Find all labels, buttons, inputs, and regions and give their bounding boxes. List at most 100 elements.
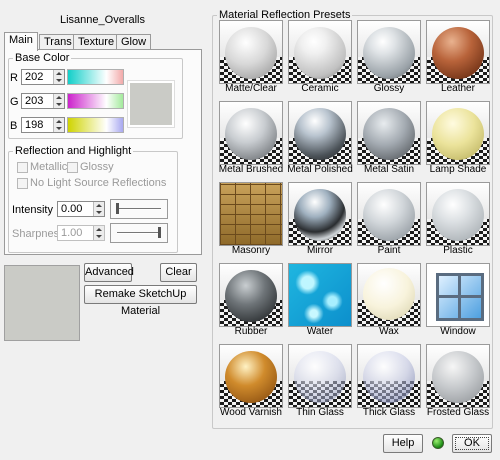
preset-label: Metal Polished bbox=[287, 164, 353, 175]
glossy-label: Glossy bbox=[80, 161, 114, 173]
advanced-button[interactable]: Advanced bbox=[84, 263, 134, 282]
remake-sketchup-material-button[interactable]: Remake SketchUp Material bbox=[84, 285, 197, 317]
preset-metal-satin-thumbnail[interactable] bbox=[357, 101, 421, 165]
preset-masonry-thumbnail[interactable] bbox=[219, 182, 283, 246]
preset-wood-varnish-thumbnail[interactable] bbox=[219, 344, 283, 408]
preset-matte-clear-thumbnail[interactable] bbox=[219, 20, 283, 84]
intensity-spin-arrows[interactable] bbox=[93, 202, 104, 216]
preset-water-thumbnail[interactable] bbox=[288, 263, 352, 327]
preset-label: Frosted Glass bbox=[426, 407, 490, 418]
preset-label: Glossy bbox=[373, 83, 405, 94]
preset-leather[interactable]: Leather bbox=[426, 20, 490, 96]
sharpness-spin-arrows[interactable] bbox=[93, 226, 104, 240]
g-label: G bbox=[10, 96, 19, 108]
preset-label: Wax bbox=[379, 326, 399, 337]
tab-glow[interactable]: Glow bbox=[116, 34, 152, 50]
preset-wax-thumbnail[interactable] bbox=[357, 263, 421, 327]
material-name: Lisanne_Overalls bbox=[60, 14, 145, 26]
no-light-reflections-label: No Light Source Reflections bbox=[30, 177, 167, 189]
preset-label: Thick Glass bbox=[362, 407, 416, 418]
preset-metal-polished-thumbnail[interactable] bbox=[288, 101, 352, 165]
sharpness-slider-thumb[interactable] bbox=[158, 227, 161, 238]
preset-paint[interactable]: Paint bbox=[357, 182, 421, 258]
preset-label: Rubber bbox=[234, 326, 268, 337]
tab-texture[interactable]: Texture bbox=[73, 34, 120, 50]
preset-thin-glass-thumbnail[interactable] bbox=[288, 344, 352, 408]
preset-label: Matte/Clear bbox=[225, 83, 277, 94]
preset-frosted-glass[interactable]: Frosted Glass bbox=[426, 344, 490, 420]
preset-metal-brushed[interactable]: Metal Brushed bbox=[219, 101, 283, 177]
preset-label: Metal Brushed bbox=[218, 164, 284, 175]
blue-value-spinner[interactable]: 198 bbox=[21, 117, 65, 133]
preset-plastic[interactable]: Plastic bbox=[426, 182, 490, 258]
preset-frosted-glass-thumbnail[interactable] bbox=[426, 344, 490, 408]
preset-label: Water bbox=[306, 326, 334, 337]
green-value-spinner[interactable]: 203 bbox=[21, 93, 65, 109]
red-spin-arrows[interactable] bbox=[53, 70, 64, 84]
preset-glossy[interactable]: Glossy bbox=[357, 20, 421, 96]
preset-glossy-thumbnail[interactable] bbox=[357, 20, 421, 84]
preset-label: Lamp Shade bbox=[429, 164, 487, 175]
preset-ceramic[interactable]: Ceramic bbox=[288, 20, 352, 96]
preset-leather-thumbnail[interactable] bbox=[426, 20, 490, 84]
preset-window[interactable]: Window bbox=[426, 263, 490, 339]
green-spin-arrows[interactable] bbox=[53, 94, 64, 108]
blue-spin-arrows[interactable] bbox=[53, 118, 64, 132]
preset-lamp-shade[interactable]: Lamp Shade bbox=[426, 101, 490, 177]
preset-label: Window bbox=[440, 326, 476, 337]
base-color-swatch[interactable] bbox=[127, 80, 175, 128]
preset-paint-thumbnail[interactable] bbox=[357, 182, 421, 246]
preset-metal-satin[interactable]: Metal Satin bbox=[357, 101, 421, 177]
green-gradient-slider[interactable] bbox=[67, 93, 124, 109]
intensity-spinner[interactable]: 0.00 bbox=[57, 201, 105, 217]
preset-plastic-thumbnail[interactable] bbox=[426, 182, 490, 246]
preset-mirror[interactable]: Mirror bbox=[288, 182, 352, 258]
preset-label: Thin Glass bbox=[296, 407, 344, 418]
preset-wax[interactable]: Wax bbox=[357, 263, 421, 339]
preset-rubber-thumbnail[interactable] bbox=[219, 263, 283, 327]
green-value: 203 bbox=[25, 95, 44, 107]
preset-wood-varnish[interactable]: Wood Varnish bbox=[219, 344, 283, 420]
preset-label: Mirror bbox=[306, 245, 334, 256]
preset-mirror-thumbnail[interactable] bbox=[288, 182, 352, 246]
intensity-slider-thumb[interactable] bbox=[116, 203, 119, 214]
preset-masonry[interactable]: Masonry bbox=[219, 182, 283, 258]
preset-thick-glass[interactable]: Thick Glass bbox=[357, 344, 421, 420]
blue-value: 198 bbox=[25, 119, 44, 131]
intensity-value: 0.00 bbox=[61, 203, 83, 215]
preset-label: Paint bbox=[377, 245, 401, 256]
preset-label: Plastic bbox=[443, 245, 473, 256]
glossy-checkbox[interactable] bbox=[67, 162, 78, 173]
sharpness-value: 1.00 bbox=[61, 227, 83, 239]
preset-window-thumbnail[interactable] bbox=[426, 263, 490, 327]
preset-rubber[interactable]: Rubber bbox=[219, 263, 283, 339]
preset-metal-brushed-thumbnail[interactable] bbox=[219, 101, 283, 165]
preset-thin-glass[interactable]: Thin Glass bbox=[288, 344, 352, 420]
preset-label: Metal Satin bbox=[363, 164, 415, 175]
no-light-reflections-checkbox[interactable] bbox=[17, 178, 28, 189]
preset-matte-clear[interactable]: Matte/Clear bbox=[219, 20, 283, 96]
clear-button[interactable]: Clear bbox=[160, 263, 197, 282]
preset-metal-polished[interactable]: Metal Polished bbox=[287, 101, 353, 177]
preset-label: Masonry bbox=[231, 245, 271, 256]
red-value-spinner[interactable]: 202 bbox=[21, 69, 65, 85]
preset-lamp-shade-thumbnail[interactable] bbox=[426, 101, 490, 165]
blue-gradient-slider[interactable] bbox=[67, 117, 124, 133]
sharpness-spinner[interactable]: 1.00 bbox=[57, 225, 105, 241]
preset-water[interactable]: Water bbox=[288, 263, 352, 339]
r-label: R bbox=[10, 72, 18, 84]
preset-label: Leather bbox=[441, 83, 475, 94]
material-preview-swatch bbox=[4, 265, 80, 341]
red-value: 202 bbox=[25, 71, 44, 83]
intensity-slider[interactable] bbox=[110, 199, 168, 219]
sharpness-slider[interactable] bbox=[110, 223, 168, 243]
intensity-label: Intensity bbox=[12, 204, 53, 216]
tab-main[interactable]: Main bbox=[4, 32, 38, 51]
preset-thick-glass-thumbnail[interactable] bbox=[357, 344, 421, 408]
metallic-checkbox[interactable] bbox=[17, 162, 28, 173]
ok-button[interactable]: OK bbox=[452, 434, 492, 453]
help-button[interactable]: Help bbox=[383, 434, 423, 453]
preset-ceramic-thumbnail[interactable] bbox=[288, 20, 352, 84]
tab-trans[interactable]: Trans bbox=[39, 34, 77, 50]
red-gradient-slider[interactable] bbox=[67, 69, 124, 85]
